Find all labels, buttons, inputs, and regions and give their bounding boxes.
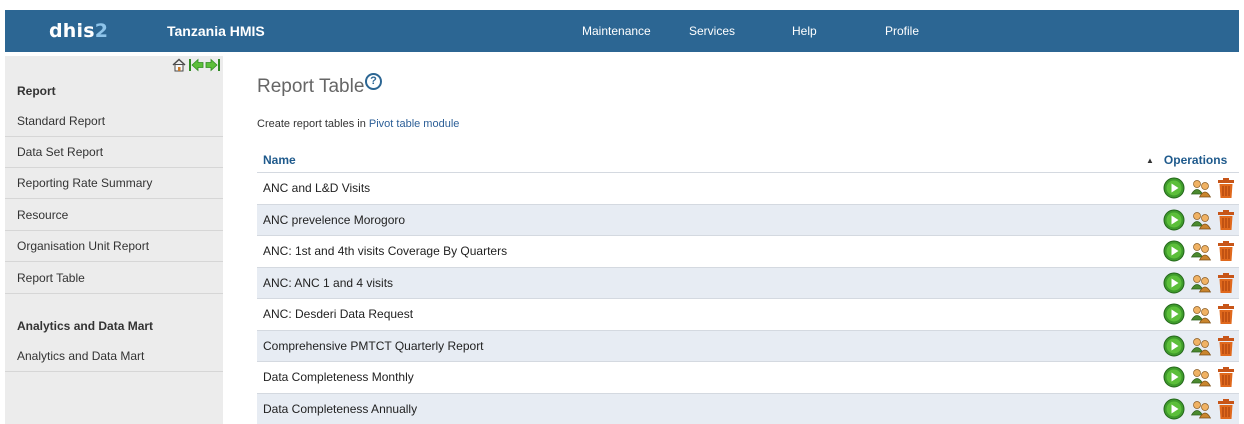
delete-icon[interactable] xyxy=(1215,335,1237,357)
sharing-icon[interactable] xyxy=(1190,209,1212,231)
delete-icon[interactable] xyxy=(1215,177,1237,199)
run-icon[interactable] xyxy=(1163,366,1185,388)
run-icon[interactable] xyxy=(1163,335,1185,357)
pivot-table-link[interactable]: Pivot table module xyxy=(369,118,460,130)
run-icon[interactable] xyxy=(1163,303,1185,325)
delete-icon[interactable] xyxy=(1215,398,1237,420)
sharing-icon[interactable] xyxy=(1190,240,1212,262)
run-icon[interactable] xyxy=(1163,398,1185,420)
sort-arrow-icon[interactable]: ▲ xyxy=(1146,156,1154,165)
report-table-name[interactable]: ANC and L&D Visits xyxy=(263,173,370,203)
table-row[interactable]: Comprehensive PMTCT Quarterly Report xyxy=(257,330,1239,361)
sidebar-item-standard-report[interactable]: Standard Report xyxy=(5,106,223,137)
top-header: dhis2 Tanzania HMIS Maintenance Services… xyxy=(5,10,1239,52)
sidebar-item-data-set-report[interactable]: Data Set Report xyxy=(5,137,223,168)
sidebar-nav-icons xyxy=(171,58,221,72)
run-icon[interactable] xyxy=(1163,177,1185,199)
row-operations xyxy=(1163,209,1239,231)
table-row[interactable]: ANC: ANC 1 and 4 visits xyxy=(257,267,1239,298)
intro-text: Create report tables in Pivot table modu… xyxy=(257,118,460,130)
sidebar-item-organisation-unit-report[interactable]: Organisation Unit Report xyxy=(5,231,223,262)
page-title: Report Table xyxy=(257,76,365,97)
left-sidebar: Report Standard Report Data Set Report R… xyxy=(5,56,223,424)
row-operations xyxy=(1163,366,1239,388)
report-table-name[interactable]: Data Completeness Annually xyxy=(263,394,417,424)
sharing-icon[interactable] xyxy=(1190,272,1212,294)
sharing-icon[interactable] xyxy=(1190,398,1212,420)
app-title: Tanzania HMIS xyxy=(167,23,265,39)
table-row[interactable]: Data Completeness Annually xyxy=(257,393,1239,424)
run-icon[interactable] xyxy=(1163,272,1185,294)
row-operations xyxy=(1163,303,1239,325)
delete-icon[interactable] xyxy=(1215,366,1237,388)
menu-services[interactable]: Services xyxy=(689,24,735,38)
sharing-icon[interactable] xyxy=(1190,335,1212,357)
report-table-name[interactable]: ANC: ANC 1 and 4 visits xyxy=(263,268,393,298)
menu-maintenance[interactable]: Maintenance xyxy=(582,24,651,38)
table-row[interactable]: ANC: Desderi Data Request xyxy=(257,298,1239,329)
help-icon[interactable]: ? xyxy=(365,73,382,90)
menu-profile[interactable]: Profile xyxy=(885,24,919,38)
sidebar-item-resource[interactable]: Resource xyxy=(5,200,223,231)
sharing-icon[interactable] xyxy=(1190,303,1212,325)
table-row[interactable]: ANC and L&D Visits xyxy=(257,172,1239,203)
column-header-name[interactable]: Name xyxy=(263,153,296,167)
row-operations xyxy=(1163,177,1239,199)
delete-icon[interactable] xyxy=(1215,272,1237,294)
sharing-icon[interactable] xyxy=(1190,177,1212,199)
report-table-name[interactable]: Data Completeness Monthly xyxy=(263,362,414,392)
forward-arrow-icon[interactable] xyxy=(205,58,221,72)
sidebar-item-analytics-data-mart[interactable]: Analytics and Data Mart xyxy=(5,341,223,372)
sidebar-item-reporting-rate-summary[interactable]: Reporting Rate Summary xyxy=(5,168,223,199)
back-arrow-icon[interactable] xyxy=(188,58,204,72)
table-row[interactable]: ANC: 1st and 4th visits Coverage By Quar… xyxy=(257,235,1239,266)
delete-icon[interactable] xyxy=(1215,240,1237,262)
run-icon[interactable] xyxy=(1163,209,1185,231)
table-row[interactable]: Data Completeness Monthly xyxy=(257,361,1239,392)
column-header-operations[interactable]: ▲ Operations xyxy=(1146,153,1227,167)
row-operations xyxy=(1163,240,1239,262)
report-table-name[interactable]: ANC prevelence Morogoro xyxy=(263,205,405,235)
run-icon[interactable] xyxy=(1163,240,1185,262)
dhis2-logo[interactable]: dhis2 xyxy=(49,20,108,42)
report-table-name[interactable]: ANC: 1st and 4th visits Coverage By Quar… xyxy=(263,236,507,266)
row-operations xyxy=(1163,335,1239,357)
report-table-name[interactable]: Comprehensive PMTCT Quarterly Report xyxy=(263,331,484,361)
home-icon[interactable] xyxy=(171,58,187,72)
menu-help[interactable]: Help xyxy=(792,24,817,38)
row-operations xyxy=(1163,272,1239,294)
sidebar-section-report: Report xyxy=(17,84,56,98)
sidebar-item-report-table[interactable]: Report Table xyxy=(5,263,223,294)
sidebar-section-analytics: Analytics and Data Mart xyxy=(17,319,154,333)
report-table-name[interactable]: ANC: Desderi Data Request xyxy=(263,299,413,329)
delete-icon[interactable] xyxy=(1215,303,1237,325)
delete-icon[interactable] xyxy=(1215,209,1237,231)
sharing-icon[interactable] xyxy=(1190,366,1212,388)
row-operations xyxy=(1163,398,1239,420)
table-row[interactable]: ANC prevelence Morogoro xyxy=(257,204,1239,235)
